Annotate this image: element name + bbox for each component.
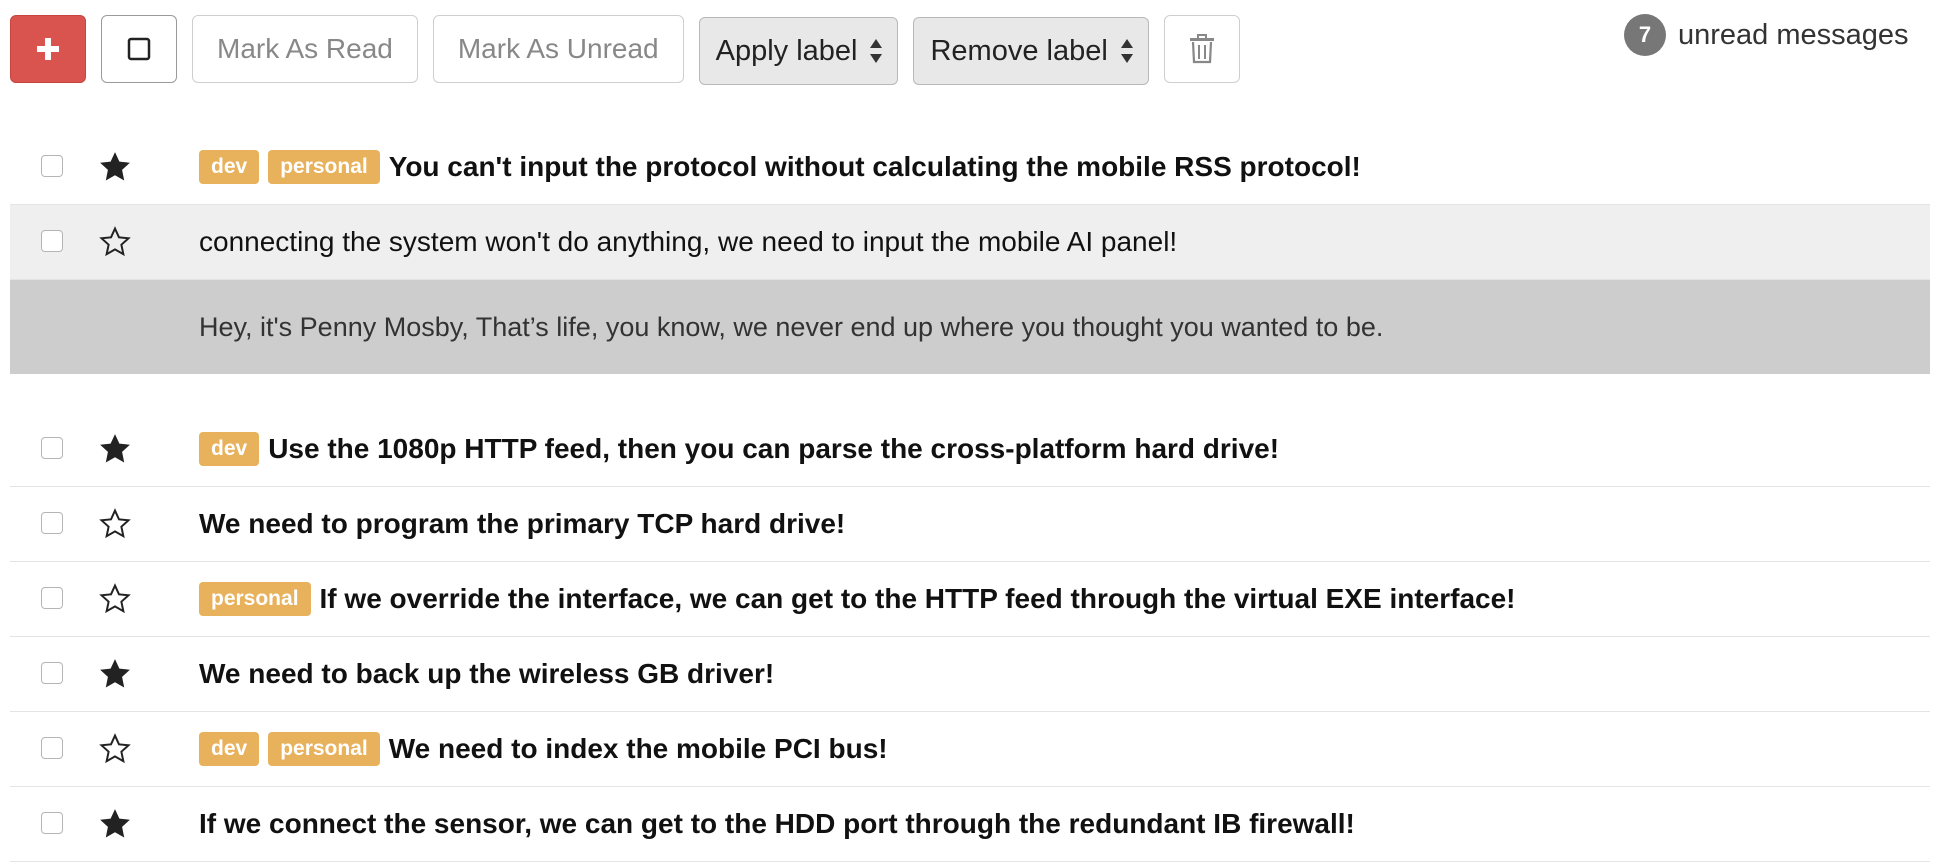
message-list: dev personal You can't input the protocol … bbox=[10, 130, 1930, 862]
toolbar: Mark As Read Mark As Unread Apply label … bbox=[10, 14, 1255, 85]
message-subject[interactable]: We need to program the primary TCP hard … bbox=[199, 508, 845, 540]
message-row[interactable]: dev personal We need to index the mobile P… bbox=[10, 712, 1930, 787]
star-outline-icon[interactable] bbox=[98, 732, 132, 766]
message-row[interactable]: personal If we override the interface, we… bbox=[10, 562, 1930, 637]
star-filled-icon[interactable] bbox=[98, 657, 132, 691]
message-subject[interactable]: We need to index the mobile PCI bus! bbox=[389, 733, 888, 765]
message-checkbox[interactable] bbox=[41, 587, 63, 609]
label-badge: dev bbox=[199, 732, 260, 766]
apply-label-select[interactable]: Apply label bbox=[698, 17, 899, 85]
message-content: We need to back up the wireless GB drive… bbox=[199, 637, 774, 711]
compose-button[interactable] bbox=[10, 15, 86, 83]
message-content: dev personal We need to index the mobile P… bbox=[199, 712, 888, 786]
message-content: connecting the system won't do anything,… bbox=[199, 205, 1177, 279]
message-checkbox[interactable] bbox=[41, 230, 63, 252]
message-checkbox[interactable] bbox=[41, 155, 63, 177]
message-content: If we connect the sensor, we can get to … bbox=[199, 787, 1355, 861]
star-filled-icon[interactable] bbox=[98, 150, 132, 184]
message-row[interactable]: We need to program the primary TCP hard … bbox=[10, 487, 1930, 562]
select-arrows-icon bbox=[1120, 36, 1134, 66]
mark-as-unread-button[interactable]: Mark As Unread bbox=[432, 15, 684, 83]
message-subject[interactable]: If we connect the sensor, we can get to … bbox=[199, 808, 1355, 840]
message-checkbox[interactable] bbox=[41, 662, 63, 684]
label-badge: personal bbox=[268, 732, 380, 766]
message-subject[interactable]: Use the 1080p HTTP feed, then you can pa… bbox=[268, 433, 1279, 465]
star-outline-icon[interactable] bbox=[98, 225, 132, 259]
message-content: We need to program the primary TCP hard … bbox=[199, 487, 845, 561]
delete-button[interactable] bbox=[1163, 15, 1240, 83]
message-content: dev personal You can't input the protocol … bbox=[199, 130, 1361, 204]
unread-counter: 7 unread messages bbox=[1624, 14, 1909, 56]
message-body: Hey, it's Penny Mosby, That’s life, you … bbox=[10, 280, 1930, 374]
message-checkbox[interactable] bbox=[41, 512, 63, 534]
message-subject[interactable]: You can't input the protocol without cal… bbox=[389, 151, 1361, 183]
message-content: dev Use the 1080p HTTP feed, then you can… bbox=[199, 412, 1279, 486]
message-subject[interactable]: connecting the system won't do anything,… bbox=[199, 226, 1177, 258]
message-subject[interactable]: We need to back up the wireless GB drive… bbox=[199, 658, 774, 690]
message-content: personal If we override the interface, we… bbox=[199, 562, 1515, 636]
star-outline-icon[interactable] bbox=[98, 582, 132, 616]
remove-label-select[interactable]: Remove label bbox=[913, 17, 1149, 85]
message-row[interactable]: connecting the system won't do anything,… bbox=[10, 205, 1930, 280]
mark-as-read-button[interactable]: Mark As Read bbox=[192, 15, 418, 83]
select-arrows-icon bbox=[869, 36, 883, 66]
message-checkbox[interactable] bbox=[41, 737, 63, 759]
star-outline-icon[interactable] bbox=[98, 507, 132, 541]
message-checkbox[interactable] bbox=[41, 437, 63, 459]
message-checkbox[interactable] bbox=[41, 812, 63, 834]
star-filled-icon[interactable] bbox=[98, 432, 132, 466]
unread-count-badge: 7 bbox=[1624, 14, 1666, 56]
plus-icon bbox=[37, 38, 59, 60]
square-icon bbox=[127, 37, 151, 61]
label-badge: dev bbox=[199, 432, 260, 466]
label-badge: personal bbox=[268, 150, 380, 184]
remove-label-text: Remove label bbox=[930, 34, 1108, 67]
apply-label-text: Apply label bbox=[715, 34, 858, 67]
label-badge: personal bbox=[199, 582, 311, 616]
label-badge: dev bbox=[199, 150, 260, 184]
select-all-button[interactable] bbox=[101, 15, 177, 83]
message-row[interactable]: dev personal You can't input the protocol … bbox=[10, 130, 1930, 205]
trash-icon bbox=[1189, 34, 1214, 64]
star-filled-icon[interactable] bbox=[98, 807, 132, 841]
message-row[interactable]: We need to back up the wireless GB drive… bbox=[10, 637, 1930, 712]
message-row[interactable]: If we connect the sensor, we can get to … bbox=[10, 787, 1930, 862]
message-subject[interactable]: If we override the interface, we can get… bbox=[320, 583, 1516, 615]
message-row[interactable]: dev Use the 1080p HTTP feed, then you can… bbox=[10, 412, 1930, 487]
unread-count-label: unread messages bbox=[1678, 18, 1909, 51]
